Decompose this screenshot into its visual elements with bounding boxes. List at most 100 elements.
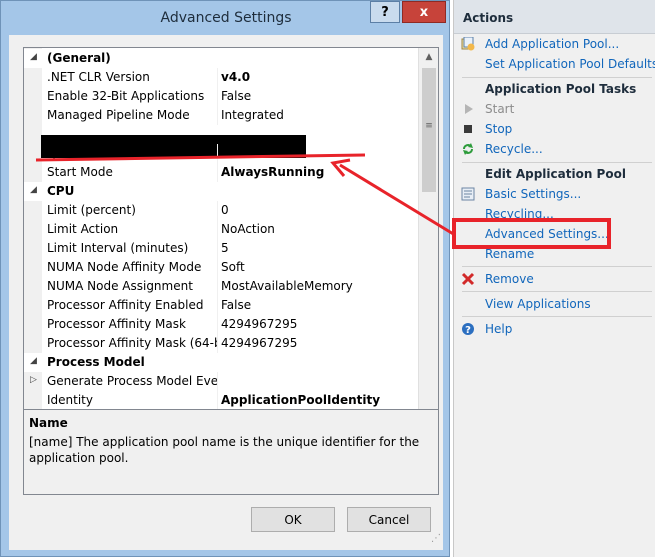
action-basic-settings[interactable]: Basic Settings... [454, 186, 655, 204]
action-label: Advanced Settings... [485, 227, 609, 241]
action-stop[interactable]: Stop [454, 121, 655, 139]
property-row-affinity-enabled[interactable]: Processor Affinity Enabled False [24, 296, 418, 315]
action-label: Rename [485, 247, 535, 261]
section-label: Edit Application Pool [485, 167, 626, 181]
action-label: Start [485, 102, 515, 116]
grip-icon: ≡ [425, 121, 433, 131]
actions-title: Actions [463, 11, 514, 25]
collapse-icon[interactable]: ◢ [30, 185, 37, 195]
action-label: Help [485, 322, 513, 336]
description-title: Name [29, 416, 68, 430]
property-row-start-mode[interactable]: Start Mode AlwaysRunning [24, 163, 418, 182]
action-recycle[interactable]: Recycle... [454, 141, 655, 159]
property-row-identity[interactable]: Identity ApplicationPoolIdentity [24, 391, 418, 410]
property-name: Generate Process Model Event L [47, 374, 217, 388]
category-label: CPU [47, 184, 75, 198]
property-value: MostAvailableMemory [221, 279, 353, 293]
action-advanced-settings[interactable]: Advanced Settings... [454, 226, 655, 244]
property-row-affinity-mask-64[interactable]: Processor Affinity Mask (64-bit o 429496… [24, 334, 418, 353]
collapse-icon[interactable]: ◢ [30, 52, 37, 62]
description-panel: Name [name] The application pool name is… [23, 409, 439, 495]
category-process-model[interactable]: ◢ Process Model [24, 353, 418, 372]
property-row-affinity-mask[interactable]: Processor Affinity Mask 4294967295 [24, 315, 418, 334]
property-row-cpu-limit[interactable]: Limit (percent) 0 [24, 201, 418, 220]
collapse-icon[interactable]: ◢ [30, 356, 37, 366]
resize-grip-icon[interactable]: ⋰ [431, 533, 441, 544]
help-button[interactable]: ? [370, 1, 400, 23]
section-application-pool-tasks: Application Pool Tasks [454, 81, 655, 99]
property-value: v4.0 [221, 70, 251, 84]
property-name: Start Mode [47, 165, 113, 179]
property-name: Processor Affinity Mask (64-bit o [47, 336, 217, 350]
property-name: .NET CLR Version [47, 70, 150, 84]
settings-icon [461, 187, 475, 201]
property-value: 2000 [221, 146, 255, 160]
property-value: AlwaysRunning [221, 165, 325, 179]
actions-header: Actions [454, 0, 655, 34]
property-row-queue-length[interactable]: Queue Length 2000 [24, 144, 418, 163]
actions-pane: Actions Add Application Pool... Set Appl… [453, 0, 655, 557]
action-label: View Applications [485, 297, 591, 311]
property-value: Integrated [221, 108, 284, 122]
property-value: 5 [221, 241, 229, 255]
property-value: False [221, 298, 252, 312]
add-pool-icon [461, 37, 475, 51]
action-set-pool-defaults[interactable]: Set Application Pool Defaults... [454, 56, 655, 74]
action-add-application-pool[interactable]: Add Application Pool... [454, 36, 655, 54]
property-name: Limit (percent) [47, 203, 136, 217]
action-view-applications[interactable]: View Applications [454, 296, 655, 314]
property-value: NoAction [221, 222, 275, 236]
recycle-icon [463, 143, 473, 155]
property-name: Limit Interval (minutes) [47, 241, 189, 255]
scroll-up-icon[interactable]: ▲ [419, 48, 438, 65]
property-value: False [221, 89, 252, 103]
property-value: 4294967295 [221, 336, 298, 350]
start-icon [465, 104, 473, 114]
property-row-numa-mode[interactable]: NUMA Node Affinity Mode Soft [24, 258, 418, 277]
stop-icon [464, 125, 472, 133]
property-row-limit-action[interactable]: Limit Action NoAction [24, 220, 418, 239]
dialog-body: ◢ (General) .NET CLR Version v4.0 Enable… [9, 35, 443, 550]
scroll-thumb[interactable]: ≡ [422, 68, 436, 192]
svg-text:?: ? [465, 325, 471, 336]
property-row-limit-interval[interactable]: Limit Interval (minutes) 5 [24, 239, 418, 258]
property-name: Processor Affinity Enabled [47, 298, 204, 312]
remove-icon [461, 272, 475, 286]
action-start: Start [454, 101, 655, 119]
action-label: Basic Settings... [485, 187, 582, 201]
action-recycling[interactable]: Recycling... [454, 206, 655, 224]
action-rename[interactable]: Rename [454, 246, 655, 264]
property-name: Queue Length [47, 146, 132, 160]
property-name: Enable 32-Bit Applications [47, 89, 205, 103]
action-label: Remove [485, 272, 534, 286]
cancel-button[interactable]: Cancel [347, 507, 431, 532]
action-remove[interactable]: Remove [454, 271, 655, 289]
property-name: Identity [47, 393, 93, 407]
action-label: Stop [485, 122, 513, 136]
close-button[interactable]: x [402, 1, 446, 23]
property-name: Managed Pipeline Mode [47, 108, 190, 122]
expand-icon[interactable]: ▷ [30, 375, 37, 385]
category-general[interactable]: ◢ (General) [24, 49, 418, 68]
category-label: (General) [47, 51, 111, 65]
property-name: NUMA Node Affinity Mode [47, 260, 202, 274]
action-label: Add Application Pool... [485, 37, 620, 51]
property-row-pipeline-mode[interactable]: Managed Pipeline Mode Integrated [24, 106, 418, 125]
property-row-clr-version[interactable]: .NET CLR Version v4.0 [24, 68, 418, 87]
ok-button[interactable]: OK [251, 507, 335, 532]
action-label: Recycling... [485, 207, 554, 221]
dialog-titlebar[interactable]: Advanced Settings ? x [1, 1, 449, 35]
category-cpu[interactable]: ◢ CPU [24, 182, 418, 201]
property-name: NUMA Node Assignment [47, 279, 193, 293]
description-text: [name] The application pool name is the … [29, 435, 420, 465]
property-name: Processor Affinity Mask [47, 317, 186, 331]
action-help[interactable]: ? Help [454, 321, 655, 339]
property-row-enable-32bit[interactable]: Enable 32-Bit Applications False [24, 87, 418, 106]
vertical-scrollbar[interactable]: ▲ ≡ ▼ [418, 48, 438, 442]
property-row-event-log[interactable]: ▷ Generate Process Model Event L [24, 372, 418, 391]
property-row-numa-assignment[interactable]: NUMA Node Assignment MostAvailableMemory [24, 277, 418, 296]
category-label: Process Model [47, 355, 145, 369]
property-grid[interactable]: ◢ (General) .NET CLR Version v4.0 Enable… [23, 47, 439, 443]
property-value: Soft [221, 260, 245, 274]
property-value: 4294967295 [221, 317, 298, 331]
